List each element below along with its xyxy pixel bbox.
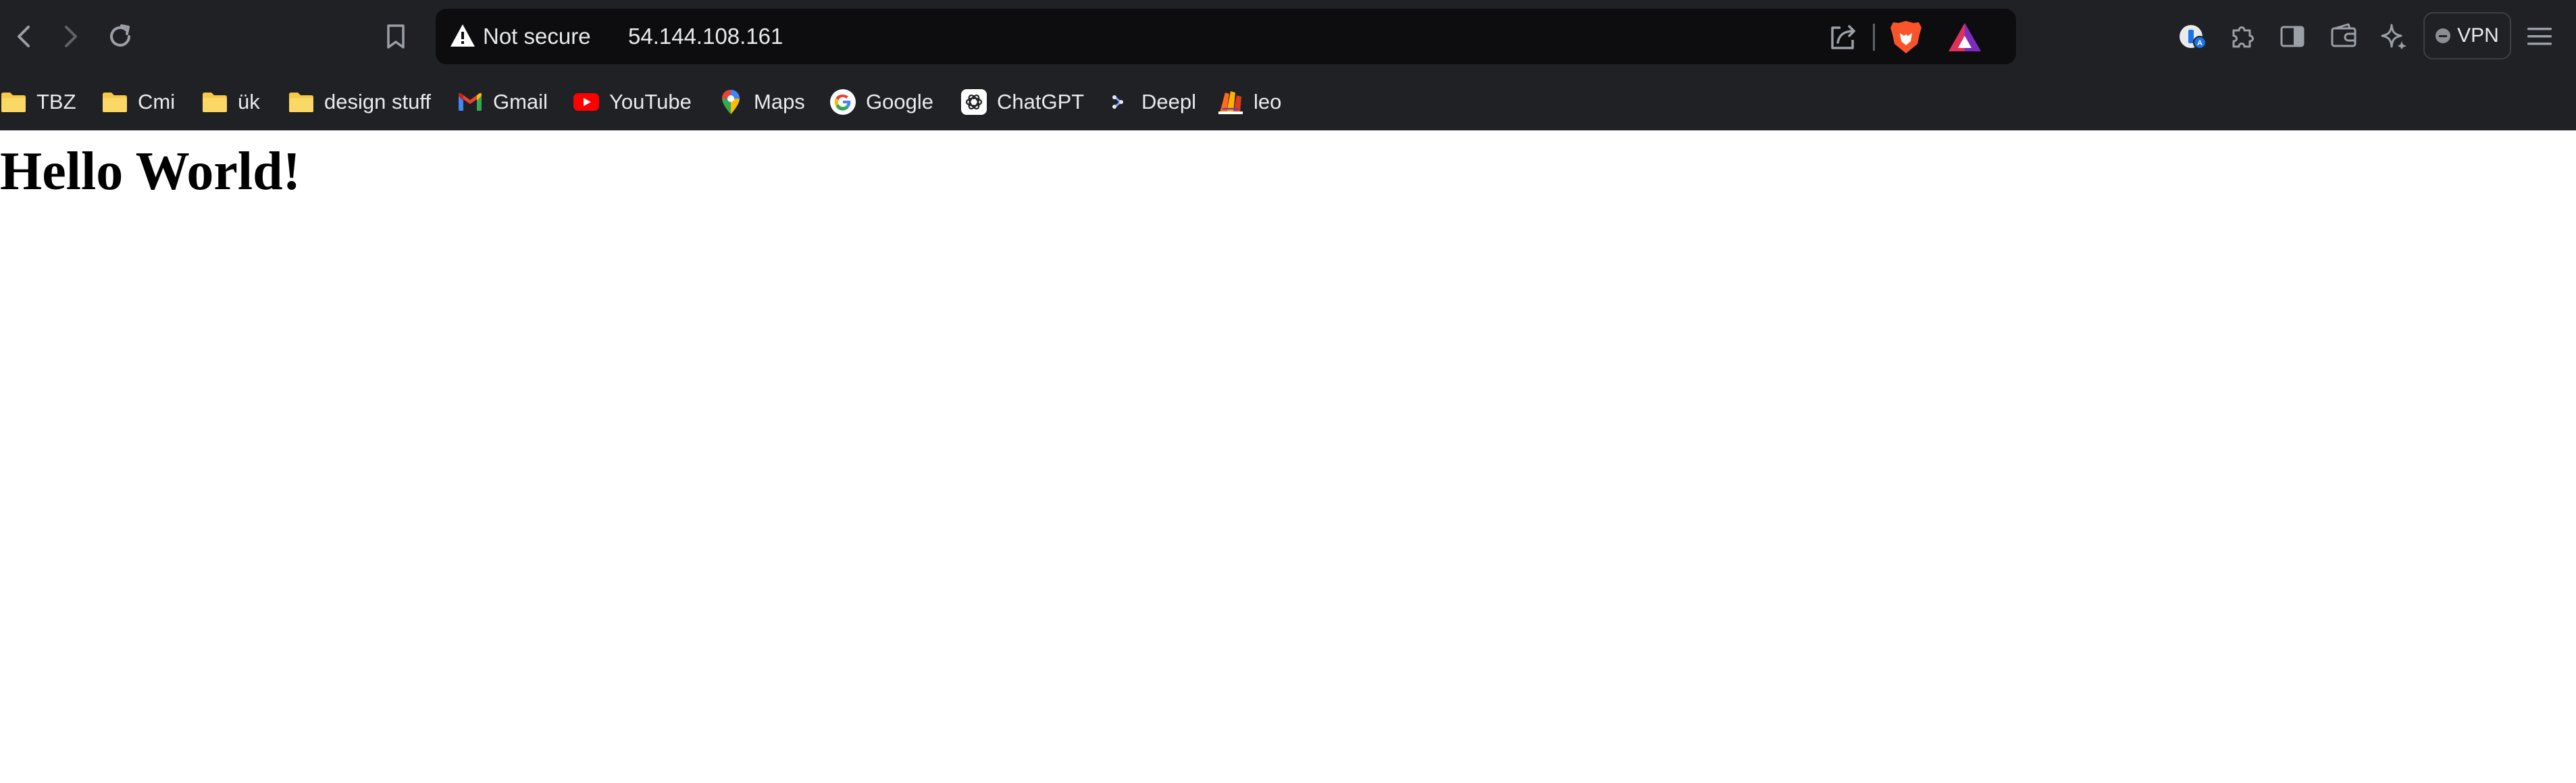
wallet-icon [2331,23,2356,47]
folder-icon [201,89,228,116]
bookmarks-bar: TBZ Cmi ük design stuff Gmail YouTube Ma… [0,74,2576,130]
reload-button[interactable] [96,12,145,61]
password-manager-icon: A [2180,25,2207,49]
password-manager-button[interactable]: A [2168,12,2217,61]
maps-pin-icon [717,89,744,116]
sidebar-panel-icon [2280,26,2304,47]
address-bar-divider [1873,24,1875,51]
folder-icon [288,89,315,116]
warning-triangle-icon[interactable] [449,22,476,49]
reload-icon [110,24,130,47]
browser-toolbar: Not secure 54.144.108.161 A VPN [0,0,2576,74]
leo-ai-button[interactable] [2369,12,2418,61]
bookmark-page-button[interactable] [371,12,420,61]
page-heading: Hello World! [0,142,301,201]
bookmark-chatgpt[interactable]: ChatGPT [960,80,1084,124]
bookmark-label: TBZ [36,90,76,113]
folder-icon [0,89,27,116]
bookmark-label: YouTube [609,90,692,113]
deepl-icon [1105,89,1132,116]
bookmark-label: leo [1254,90,1282,113]
bookmark-label: ChatGPT [997,90,1085,113]
url-text[interactable]: 54.144.108.161 [628,9,783,64]
youtube-icon [573,89,600,116]
hamburger-menu-icon [2527,28,2552,45]
bookmark-deepl[interactable]: Deepl [1105,80,1196,124]
google-g-icon [829,89,856,116]
chatgpt-icon [960,89,987,116]
sidebar-toggle-button[interactable] [2268,12,2317,61]
bookmark-label: Deepl [1141,90,1196,113]
arrow-right-icon [65,26,77,47]
bookmark-youtube[interactable]: YouTube [573,80,692,124]
arrow-left-icon [18,26,30,47]
forward-button[interactable] [46,12,95,61]
bookmark-uk[interactable]: ük [201,80,260,124]
main-menu-button[interactable] [2515,12,2564,61]
extensions-button[interactable] [2218,12,2267,61]
bookmark-design-stuff[interactable]: design stuff [288,80,431,124]
bookmark-icon [387,24,405,49]
bookmark-label: Google [866,90,933,113]
bookmark-label: Maps [754,90,805,113]
puzzle-extensions-icon [2232,26,2254,48]
bookmark-label: design stuff [324,90,431,113]
folder-icon [101,89,128,116]
bookmark-label: ük [238,90,260,113]
svg-text:A: A [2197,39,2203,47]
leo-icon [1217,89,1244,116]
vpn-status-icon [2436,28,2451,43]
bookmark-google[interactable]: Google [829,80,933,124]
bookmark-cmi[interactable]: Cmi [101,80,175,124]
security-status-label[interactable]: Not secure [483,9,591,64]
leo-ai-sparkle-icon [2381,24,2406,49]
bookmark-maps[interactable]: Maps [717,80,805,124]
bookmark-tbz[interactable]: TBZ [0,80,76,124]
brave-rewards-triangle-icon[interactable] [1947,21,1982,53]
vpn-button[interactable]: VPN [2423,12,2511,59]
brave-lion-icon[interactable] [1889,20,1923,55]
back-button[interactable] [0,12,49,61]
gmail-icon [457,89,484,116]
page-content: Hello World! [0,130,2576,783]
browser-chrome: Not secure 54.144.108.161 A VPN TBZ Cmi … [0,0,2576,130]
vpn-label: VPN [2457,24,2499,47]
bookmark-label: Cmi [138,90,176,113]
bookmark-label: Gmail [493,90,548,113]
wallet-button[interactable] [2319,12,2368,61]
address-bar[interactable]: Not secure 54.144.108.161 [436,9,2016,64]
share-icon[interactable] [1827,21,1859,53]
bookmark-gmail[interactable]: Gmail [457,80,548,124]
bookmark-leo[interactable]: leo [1217,80,1281,124]
